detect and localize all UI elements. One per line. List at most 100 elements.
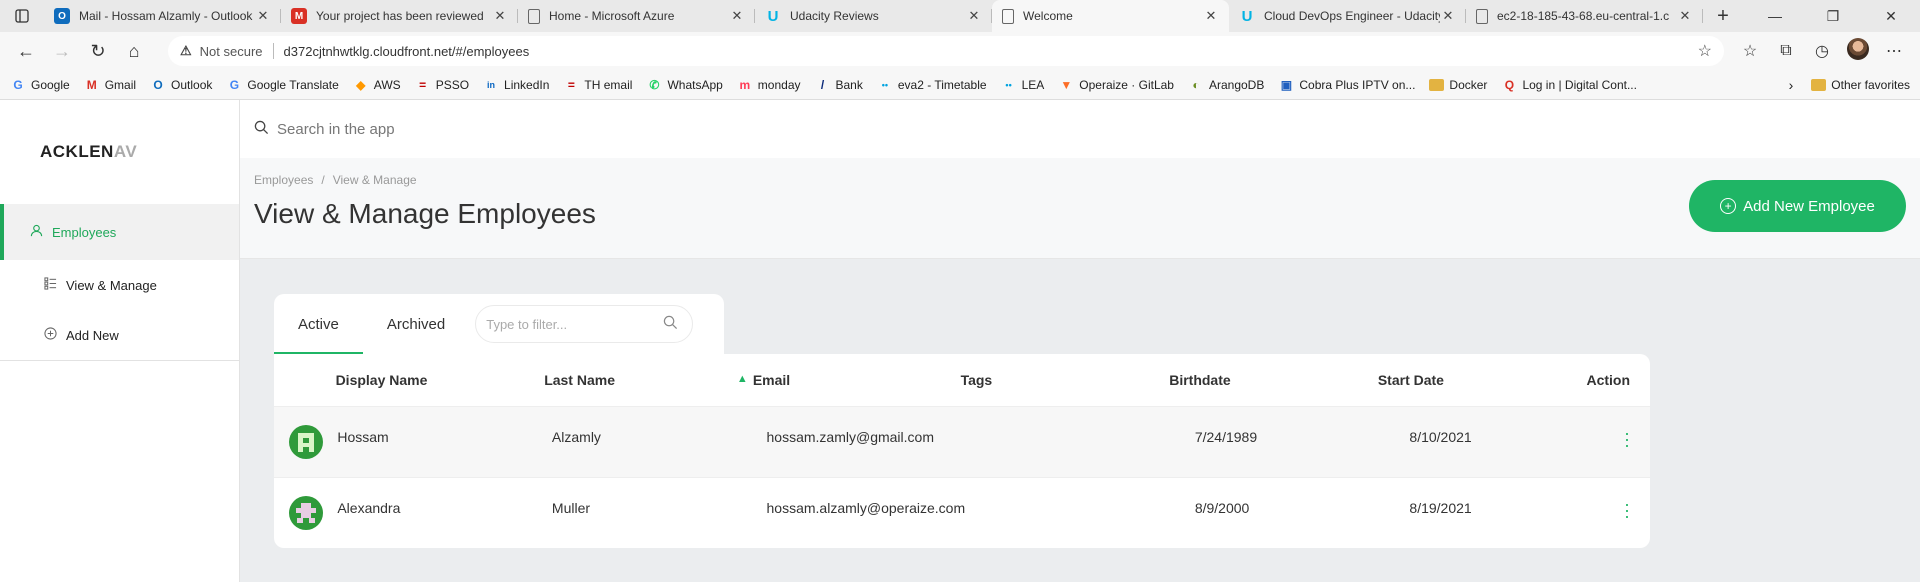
row-actions-icon[interactable]: · · · bbox=[1624, 495, 1630, 525]
bookmark-icon: •• bbox=[881, 79, 889, 90]
bookmark-icon: ◆ bbox=[356, 77, 366, 92]
bookmark-item[interactable]: ▼ Operaize · GitLab bbox=[1058, 77, 1174, 93]
cell-email: hossam.alzamly@operaize.com bbox=[766, 500, 966, 516]
bookmark-item[interactable]: Docker bbox=[1429, 78, 1487, 92]
bookmark-item[interactable]: G Google Translate bbox=[226, 77, 339, 93]
bookmarks-overflow-icon[interactable]: › bbox=[1789, 77, 1794, 93]
refresh-button[interactable]: ↻ bbox=[80, 36, 116, 66]
cell-start-date: 8/10/2021 bbox=[1409, 429, 1472, 445]
breadcrumb-current: View & Manage bbox=[332, 173, 417, 187]
column-email[interactable]: ▲ Email bbox=[737, 372, 961, 388]
bookmark-item[interactable]: = TH email bbox=[563, 77, 633, 93]
tab-actions-icon[interactable] bbox=[0, 0, 44, 32]
browser-tab[interactable]: Welcome ✕ bbox=[992, 0, 1229, 32]
address-bar[interactable]: ⚠ Not secure d372cjtnhwtklg.cloudfront.n… bbox=[168, 36, 1724, 66]
close-tab-icon[interactable]: ✕ bbox=[492, 8, 508, 24]
app-root: ACKLEN AV Employees View & Manage Add New bbox=[0, 100, 1920, 582]
app-search[interactable]: Search in the app bbox=[240, 100, 1920, 158]
bookmark-icon: = bbox=[567, 77, 575, 92]
favorites-icon[interactable]: ☆ bbox=[1732, 41, 1768, 61]
bookmark-item[interactable]: •• LEA bbox=[1001, 77, 1044, 93]
column-birthdate[interactable]: Birthdate bbox=[1169, 372, 1378, 388]
column-last-name[interactable]: Last Name bbox=[544, 372, 753, 388]
plus-circle-icon: + bbox=[1720, 198, 1737, 214]
profile-avatar[interactable] bbox=[1840, 37, 1876, 65]
browser-tab[interactable]: Home - Microsoft Azure ✕ bbox=[518, 0, 755, 32]
browser-tab[interactable]: M Your project has been reviewed ✕ bbox=[281, 0, 518, 32]
bookmark-item[interactable]: m monday bbox=[737, 77, 800, 93]
close-tab-icon[interactable]: ✕ bbox=[1677, 8, 1693, 24]
close-tab-icon[interactable]: ✕ bbox=[966, 8, 982, 24]
forward-button[interactable]: → bbox=[44, 36, 80, 66]
sort-ascending-icon: ▲ bbox=[736, 373, 748, 385]
browser-tab[interactable]: O Mail - Hossam Alzamly - Outlook ✕ bbox=[44, 0, 281, 32]
company-logo[interactable]: ACKLEN AV bbox=[0, 100, 239, 204]
column-tags[interactable]: Tags bbox=[961, 372, 1170, 388]
bookmark-item[interactable]: G Google bbox=[10, 77, 69, 93]
history-icon[interactable]: ◷ bbox=[1804, 41, 1840, 61]
bookmark-item[interactable]: = PSSO bbox=[415, 77, 469, 93]
sidebar-item-label: Employees bbox=[52, 224, 117, 240]
more-menu-icon[interactable]: ⋯ bbox=[1876, 41, 1912, 61]
restore-icon[interactable]: ❐ bbox=[1804, 0, 1862, 32]
bookmark-item[interactable]: in LinkedIn bbox=[483, 77, 549, 93]
add-new-employee-button[interactable]: + Add New Employee bbox=[1689, 180, 1906, 232]
bookmark-item[interactable]: ▣ Cobra Plus IPTV on... bbox=[1278, 77, 1416, 93]
bookmark-item[interactable]: Q Log in | Digital Cont... bbox=[1501, 77, 1637, 93]
home-button[interactable]: ⌂ bbox=[116, 36, 152, 66]
cell-last-name: Alzamly bbox=[551, 429, 601, 445]
main-content: Search in the app Employees / View & Manag… bbox=[240, 100, 1920, 582]
column-start-date[interactable]: Start Date bbox=[1378, 372, 1587, 388]
bookmark-icon: in bbox=[487, 79, 496, 90]
bookmark-item[interactable]: / Bank bbox=[815, 77, 863, 93]
bookmark-icon: m bbox=[739, 77, 751, 92]
browser-tab[interactable]: ec2-18-185-43-68.eu-central-1.c ✕ bbox=[1466, 0, 1703, 32]
search-input[interactable]: Search in the app bbox=[277, 121, 395, 138]
close-tab-icon[interactable]: ✕ bbox=[729, 8, 745, 24]
bookmark-icon: G bbox=[229, 77, 240, 92]
bookmark-item[interactable]: ✆ WhatsApp bbox=[646, 77, 722, 93]
browser-tab[interactable]: U Udacity Reviews ✕ bbox=[755, 0, 992, 32]
close-window-icon[interactable]: ✕ bbox=[1862, 0, 1920, 32]
add-favorite-icon[interactable]: ☆ bbox=[1698, 41, 1712, 61]
cell-email: hossam.zamly@gmail.com bbox=[766, 429, 934, 445]
outlook-icon: O bbox=[54, 8, 70, 24]
bookmark-icon: G bbox=[13, 77, 23, 92]
bookmark-item[interactable]: ◐ ArangoDB bbox=[1188, 77, 1264, 93]
browser-tab[interactable]: U Cloud DevOps Engineer - Udacity ✕ bbox=[1229, 0, 1466, 32]
back-button[interactable]: ← bbox=[8, 36, 44, 66]
close-tab-icon[interactable]: ✕ bbox=[1440, 8, 1456, 24]
url-text[interactable]: d372cjtnhwtklg.cloudfront.net/#/employee… bbox=[284, 44, 1698, 59]
collections-icon[interactable]: ⧉ bbox=[1768, 42, 1804, 60]
breadcrumb-root[interactable]: Employees bbox=[254, 173, 313, 187]
sidebar-item-label: Add New bbox=[66, 327, 119, 343]
sidebar-divider bbox=[0, 360, 239, 361]
other-favorites-folder[interactable]: Other favorites bbox=[1811, 78, 1910, 92]
bookmark-icon: ◐ bbox=[1192, 77, 1200, 92]
minimize-icon[interactable]: — bbox=[1746, 0, 1804, 32]
sidebar-item-view-manage[interactable]: View & Manage bbox=[0, 260, 239, 310]
new-tab-button[interactable]: + bbox=[1703, 0, 1743, 32]
tab-archived[interactable]: Archived bbox=[363, 294, 469, 354]
tab-active[interactable]: Active bbox=[274, 294, 363, 354]
page-icon bbox=[528, 8, 540, 24]
bookmark-item[interactable]: O Outlook bbox=[150, 77, 212, 93]
close-tab-icon[interactable]: ✕ bbox=[1203, 8, 1219, 24]
column-display-name[interactable]: Display Name bbox=[336, 372, 545, 388]
sidebar-item-add-new[interactable]: Add New bbox=[0, 310, 239, 360]
bookmark-icon: •• bbox=[1005, 79, 1012, 90]
sidebar-item-label: View & Manage bbox=[66, 277, 157, 293]
close-tab-icon[interactable]: ✕ bbox=[255, 8, 271, 24]
browser-tools: ☆ ⧉ ◷ ⋯ bbox=[1732, 37, 1912, 65]
bookmark-item[interactable]: ◆ AWS bbox=[353, 77, 401, 93]
row-actions-icon[interactable]: · · · bbox=[1624, 424, 1630, 454]
table-row[interactable]: Alexandra Muller hossam.alzamly@operaize… bbox=[274, 477, 1650, 548]
table-row[interactable]: Hossam Alzamly hossam.zamly@gmail.com 7/… bbox=[274, 406, 1650, 477]
sidebar-item-employees[interactable]: Employees bbox=[0, 204, 239, 260]
search-icon bbox=[663, 315, 678, 333]
avatar bbox=[288, 496, 323, 530]
bookmark-item[interactable]: •• eva2 - Timetable bbox=[877, 77, 987, 93]
bookmark-icon: / bbox=[820, 77, 825, 92]
filter-input[interactable]: Type to filter... bbox=[475, 305, 694, 343]
bookmark-item[interactable]: M Gmail bbox=[84, 77, 136, 93]
